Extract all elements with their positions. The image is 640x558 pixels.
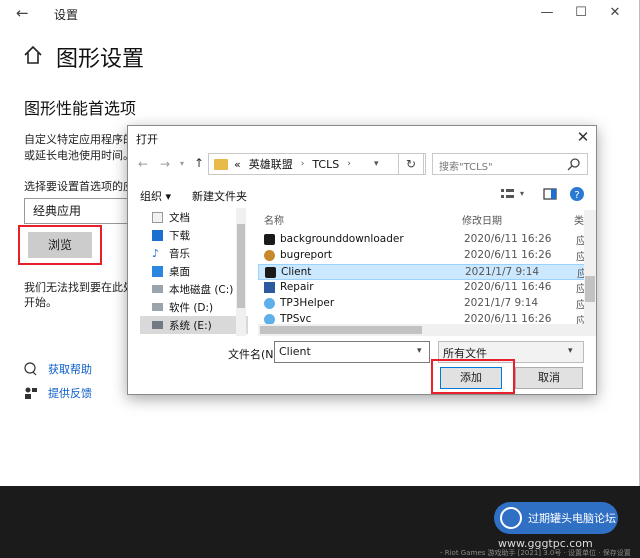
help-icon[interactable]: ? <box>569 186 585 202</box>
watermark-logo-icon <box>500 507 522 529</box>
lol-app-icon <box>264 234 275 245</box>
tree-item-downloads[interactable]: 下载 <box>152 226 190 244</box>
tree-scroll-thumb[interactable] <box>237 224 245 308</box>
file-list-horizontal-thumb[interactable] <box>260 326 422 334</box>
preview-pane-icon[interactable] <box>543 187 557 201</box>
home-icon[interactable] <box>22 44 44 66</box>
tree-item-drive-c[interactable]: 本地磁盘 (C:) <box>152 280 233 298</box>
drive-icon <box>152 285 163 293</box>
dialog-close-icon[interactable]: ✕ <box>574 128 592 146</box>
back-arrow-icon[interactable]: ← <box>16 4 29 22</box>
feedback-icon <box>25 387 37 399</box>
description-text: 自定义特定应用程序的 <box>24 133 134 146</box>
file-row[interactable]: Repair 2020/6/11 16:46 应 <box>258 280 596 296</box>
column-header-name[interactable]: 名称 <box>264 212 284 227</box>
organize-menu[interactable]: 组织 ▾ <box>140 188 171 204</box>
bug-app-icon <box>264 250 275 261</box>
search-icon[interactable] <box>567 157 581 171</box>
file-row-selected[interactable]: Client 2021/1/7 9:14 应 <box>258 264 596 280</box>
sort-chevron-icon: ^ <box>358 208 366 212</box>
breadcrumb-overflow[interactable]: « <box>234 158 241 171</box>
maximize-icon[interactable]: ☐ <box>570 3 592 23</box>
desktop-icon <box>152 265 163 277</box>
music-icon: ♪ <box>152 246 160 260</box>
navigation-tree: 文档 下载 ♪ 音乐 桌面 本地磁盘 (C:) 软件 (D:) 系统 (E:) <box>128 208 248 338</box>
view-options-icon[interactable] <box>500 187 516 201</box>
new-folder-button[interactable]: 新建文件夹 <box>192 188 247 204</box>
browse-button[interactable]: 浏览 <box>28 232 92 258</box>
filename-dropdown-icon[interactable]: ▾ <box>417 346 422 356</box>
tree-item-drive-d[interactable]: 软件 (D:) <box>152 298 213 316</box>
warning-text: 我们无法找到要在此处 <box>24 281 134 294</box>
get-help-link-row[interactable]: 获取帮助 <box>24 361 92 377</box>
close-icon[interactable]: ✕ <box>604 3 626 23</box>
filetype-dropdown-icon[interactable]: ▾ <box>568 346 573 356</box>
page-title: 图形设置 <box>56 47 145 72</box>
tp-app-icon <box>264 298 275 309</box>
add-button[interactable]: 添加 <box>440 367 502 389</box>
breadcrumb-item-current[interactable]: TCLS <box>312 158 339 171</box>
tree-item-music[interactable]: ♪ 音乐 <box>152 244 190 262</box>
warning-text-2: 开始。 <box>24 296 57 309</box>
get-help-link[interactable]: 获取帮助 <box>48 361 92 377</box>
refresh-button[interactable]: ↻ <box>398 153 424 175</box>
drive-icon <box>152 321 163 329</box>
chevron-right-icon[interactable]: › <box>301 159 305 169</box>
window-title: 设置 <box>54 8 79 22</box>
chevron-right-icon[interactable]: › <box>347 159 351 169</box>
chat-help-icon <box>24 362 37 376</box>
folder-icon <box>214 158 228 170</box>
back-nav-icon[interactable]: ← <box>138 157 148 171</box>
forward-nav-icon[interactable]: → <box>160 157 170 171</box>
breadcrumb-item[interactable]: 英雄联盟 <box>249 156 293 172</box>
recent-dropdown-icon[interactable]: ▾ <box>180 159 184 168</box>
download-icon <box>152 229 163 241</box>
open-file-dialog: 打开 ✕ ← → ▾ ↑ « 英雄联盟 › TCLS › ▾ ↻ 搜索"TCLS… <box>127 125 597 395</box>
feedback-link-row[interactable]: 提供反馈 <box>24 385 92 401</box>
tree-item-desktop[interactable]: 桌面 <box>152 262 190 280</box>
file-row[interactable]: TP3Helper 2021/1/7 9:14 应 <box>258 296 596 312</box>
dialog-toolbar: 组织 ▾ 新建文件夹 ▾ ? <box>128 182 596 208</box>
watermark-text: 过期罐头电脑论坛 <box>528 512 616 525</box>
title-bar: ← 设置 — ☐ ✕ <box>0 0 640 28</box>
section-title: 图形性能首选项 <box>24 99 137 118</box>
address-bar[interactable]: « 英雄联盟 › TCLS › <box>208 153 426 175</box>
svg-text:?: ? <box>574 190 579 201</box>
file-list-vertical-thumb[interactable] <box>585 276 595 302</box>
lol-app-icon <box>265 267 276 278</box>
file-row[interactable]: bugreport 2020/6/11 16:26 应 <box>258 248 596 264</box>
app-type-select[interactable]: 经典应用 <box>24 198 136 224</box>
app-select-label: 选择要设置首选项的应 <box>24 180 134 193</box>
drive-icon <box>152 303 163 311</box>
dialog-title: 打开 <box>136 133 158 146</box>
taskbar-strip-text: - Riot Games 游戏助手 [2021] 3.0号 · 设置单位 · 保… <box>440 549 631 557</box>
description-text-2: 或延长电池使用时间。 <box>24 149 134 162</box>
cancel-button[interactable]: 取消 <box>515 367 583 389</box>
file-list: 名称 ^ 修改日期 类 backgrounddownloader 2020/6/… <box>258 208 596 325</box>
file-row[interactable]: backgrounddownloader 2020/6/11 16:26 应 <box>258 232 596 248</box>
watermark-badge: 过期罐头电脑论坛 <box>494 502 618 534</box>
view-dropdown-icon[interactable]: ▾ <box>520 189 524 198</box>
repair-app-icon <box>264 282 275 293</box>
column-header-modified[interactable]: 修改日期 <box>462 212 502 227</box>
document-icon <box>152 211 163 223</box>
up-folder-icon[interactable]: ↑ <box>194 156 204 170</box>
file-list-vertical-scrollbar[interactable] <box>584 210 596 324</box>
search-input[interactable]: 搜索"TCLS" <box>432 153 588 175</box>
column-header-type[interactable]: 类 <box>574 212 584 227</box>
minimize-icon[interactable]: — <box>536 3 558 23</box>
address-dropdown-icon[interactable]: ▾ <box>374 159 379 169</box>
tree-item-drive-e[interactable]: 系统 (E:) <box>140 316 248 334</box>
tree-item-documents[interactable]: 文档 <box>152 208 190 226</box>
filename-input[interactable]: Client <box>274 341 430 363</box>
feedback-link[interactable]: 提供反馈 <box>48 385 92 401</box>
